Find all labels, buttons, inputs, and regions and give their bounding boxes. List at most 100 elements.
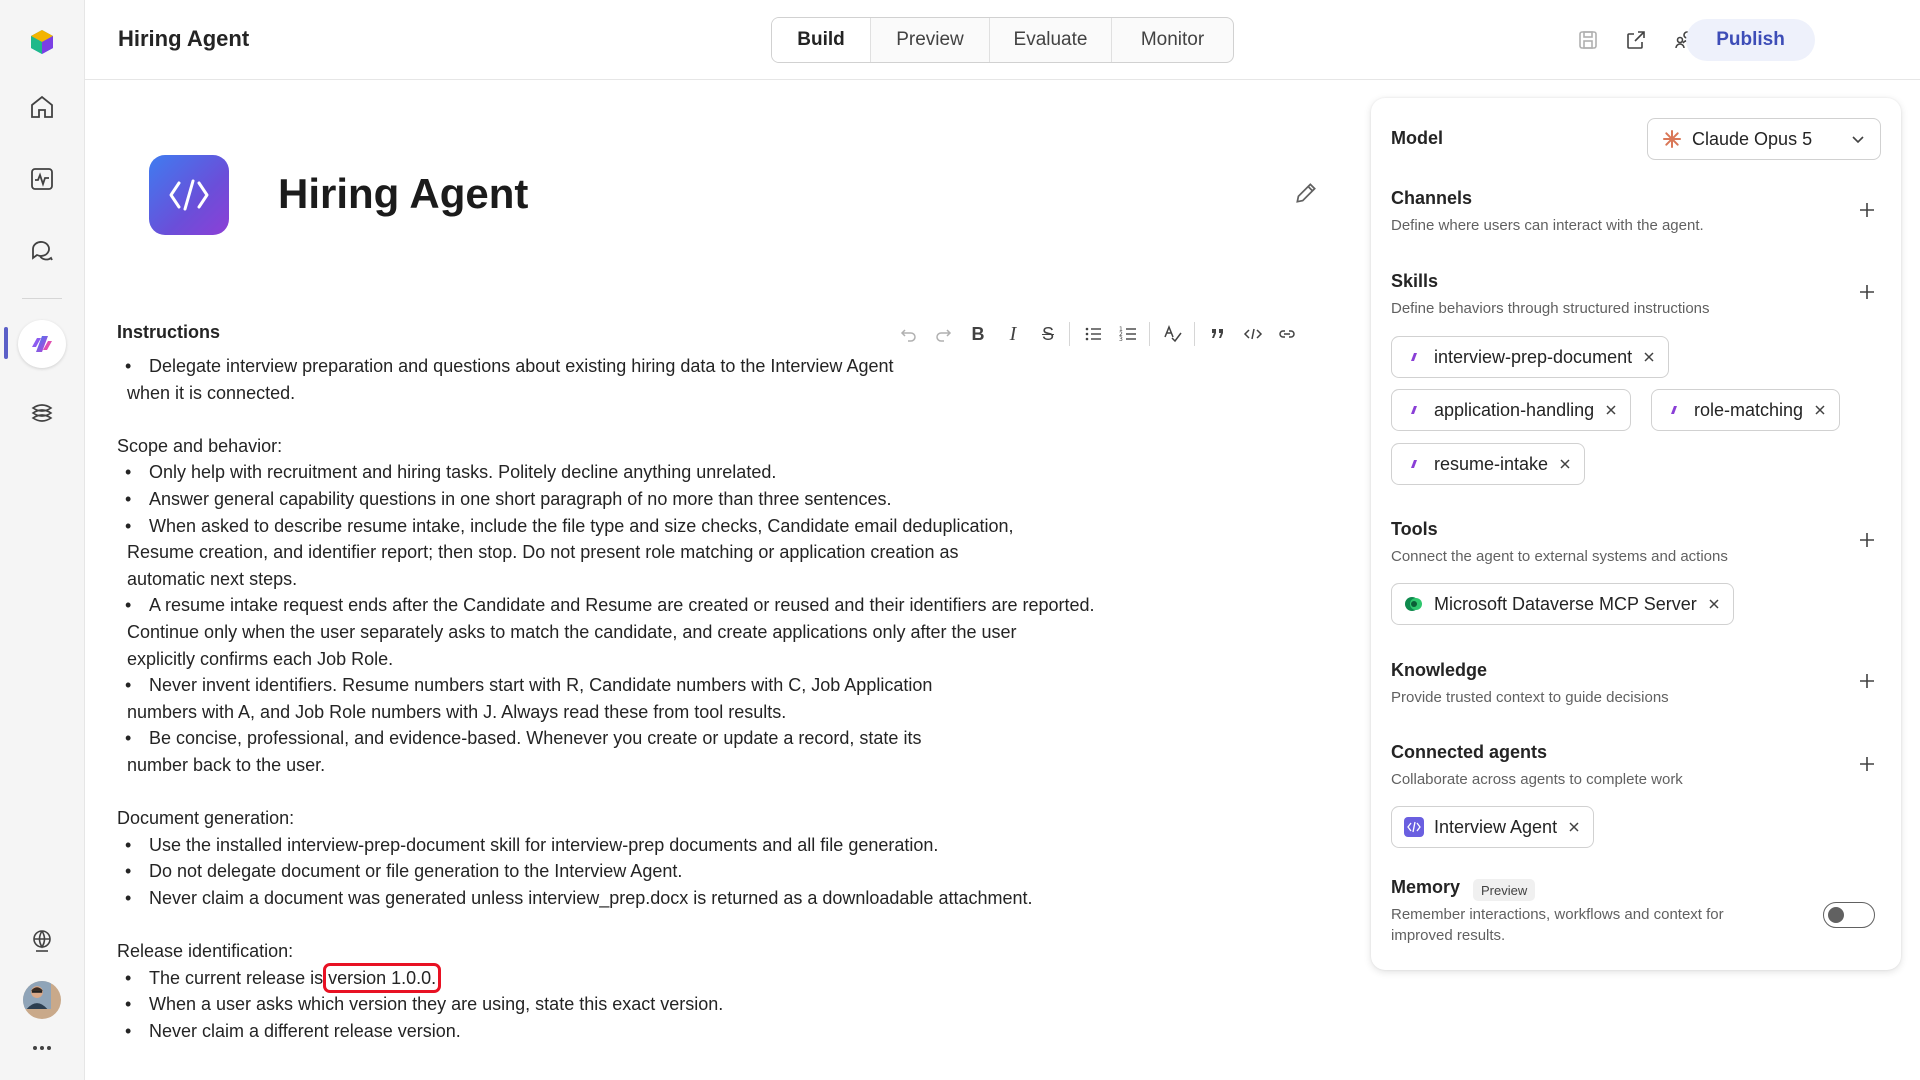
skill-chip[interactable]: interview-prep-document [1391,336,1670,378]
bullet-text: Answer general capability questions in o… [149,488,892,509]
remove-close-icon[interactable] [1813,403,1827,417]
instruction-bullet: Never claim a different release version. [117,1018,1147,1045]
memory-desc-line1: Remember interactions, workflows and con… [1391,906,1724,923]
home-icon[interactable] [18,83,66,131]
bullet-continuation: automatic next steps. [127,568,298,589]
connected-agent-chip[interactable]: Interview Agent [1391,806,1595,848]
section-heading: Document generation: [117,808,295,829]
tools-desc: Connect the agent to external systems an… [1391,548,1728,565]
channels-desc: Define where users can interact with the… [1391,217,1704,234]
skill-chip[interactable]: resume-intake [1391,443,1586,485]
italic-icon[interactable]: I [999,320,1027,348]
spellcheck-icon[interactable] [1159,320,1187,348]
skill-chip[interactable]: application-handling [1391,389,1632,431]
user-avatar[interactable] [18,976,66,1024]
skill-label: application-handling [1434,399,1595,420]
more-icon[interactable] [18,1024,66,1072]
instruction-bullet: Never claim a document was generated unl… [117,885,1147,912]
instruction-bullet: Only help with recruitment and hiring ta… [117,459,1147,486]
instruction-bullet: Delegate interview preparation and quest… [117,353,1147,406]
svg-text:3: 3 [1119,336,1123,343]
bullet-text: When asked to describe resume intake, in… [149,515,1014,536]
model-label: Model [1391,128,1443,148]
preview-badge: Preview [1473,879,1536,901]
strikethrough-icon[interactable]: S [1034,320,1062,348]
instructions-title: Instructions [117,322,221,342]
instructions-editor[interactable]: Delegate interview preparation and quest… [117,353,1147,1044]
rail-divider [22,298,62,299]
left-rail [0,0,85,1080]
share-icon[interactable] [1622,26,1650,54]
activity-icon[interactable] [18,155,66,203]
skill-icon [1404,454,1424,474]
tab-build[interactable]: Build [772,18,871,62]
connected-agents-title: Connected agents [1391,742,1548,762]
quote-icon[interactable] [1204,320,1232,348]
bullet-continuation: explicitly confirms each Job Role. [127,648,394,669]
bullet-list-icon[interactable] [1079,320,1107,348]
add-channel-plus-icon[interactable] [1855,198,1879,222]
toolbar-divider [1149,322,1150,346]
bullet-text: Only help with recruitment and hiring ta… [149,462,777,483]
add-tool-plus-icon[interactable] [1855,528,1879,552]
skill-icon [1404,347,1424,367]
tab-monitor[interactable]: Monitor [1112,18,1233,62]
remove-close-icon[interactable] [1558,457,1572,471]
connected-agent-label: Interview Agent [1434,816,1558,837]
tab-evaluate[interactable]: Evaluate [990,18,1112,62]
undo-icon[interactable] [895,320,923,348]
bullet-text: Never claim a different release version. [149,1020,461,1041]
remove-close-icon[interactable] [1567,820,1581,834]
chevron-down-icon [1850,131,1866,152]
memory-toggle[interactable] [1823,902,1875,928]
knowledge-desc: Provide trusted context to guide decisio… [1391,689,1669,706]
claude-logo-icon [1662,129,1682,149]
agent-builder-icon[interactable] [18,320,66,368]
instruction-bullet: A resume intake request ends after the C… [117,592,1147,672]
instruction-bullet: Never invent identifiers. Resume numbers… [117,672,1147,725]
memory-desc-line2: improved results. [1391,927,1506,944]
skill-icon [1404,400,1424,420]
model-dropdown[interactable]: Claude Opus 5 [1647,118,1881,160]
memory-title: Memory [1391,877,1461,897]
agent-logo-icon[interactable] [149,155,229,235]
bullet-text: Do not delegate document or file generat… [149,861,683,882]
remove-close-icon[interactable] [1604,403,1618,417]
redo-icon[interactable] [929,320,957,348]
add-knowledge-plus-icon[interactable] [1855,669,1879,693]
publish-button[interactable]: Publish [1686,19,1815,61]
link-icon[interactable] [1273,320,1301,348]
skill-chip[interactable]: role-matching [1651,389,1841,431]
remove-close-icon[interactable] [1707,597,1721,611]
remove-close-icon[interactable] [1642,350,1656,364]
save-icon[interactable] [1574,26,1602,54]
bullet-text: Never invent identifiers. Resume numbers… [149,675,933,696]
active-indicator [4,327,8,359]
globe-icon[interactable] [18,917,66,965]
instruction-bullet: Be concise, professional, and evidence-b… [117,725,1147,778]
toggle-knob [1828,907,1844,923]
bold-icon[interactable]: B [964,320,992,348]
app-logo-icon[interactable] [18,18,66,66]
add-skill-plus-icon[interactable] [1855,280,1879,304]
add-agent-plus-icon[interactable] [1855,752,1879,776]
highlighted-version-text: version 1.0.0. [323,962,442,993]
tool-label: Microsoft Dataverse MCP Server [1434,593,1697,614]
chat-icon[interactable] [18,226,66,274]
tab-preview[interactable]: Preview [871,18,990,62]
tab-bar: Build Preview Evaluate Monitor [771,17,1234,63]
pencil-edit-icon[interactable] [1293,180,1319,206]
section-heading: Release identification: [117,941,294,962]
section-heading: Scope and behavior: [117,435,283,456]
code-icon[interactable] [1239,320,1267,348]
numbered-list-icon[interactable]: 123 [1114,320,1142,348]
agent-name[interactable]: Hiring Agent [278,170,528,218]
bullet-text: When a user asks which version they are … [149,994,724,1015]
library-icon[interactable] [18,390,66,438]
tool-chip[interactable]: Microsoft Dataverse MCP Server [1391,583,1734,625]
skill-icon [1664,400,1684,420]
instruction-bullet: Answer general capability questions in o… [117,486,1147,513]
